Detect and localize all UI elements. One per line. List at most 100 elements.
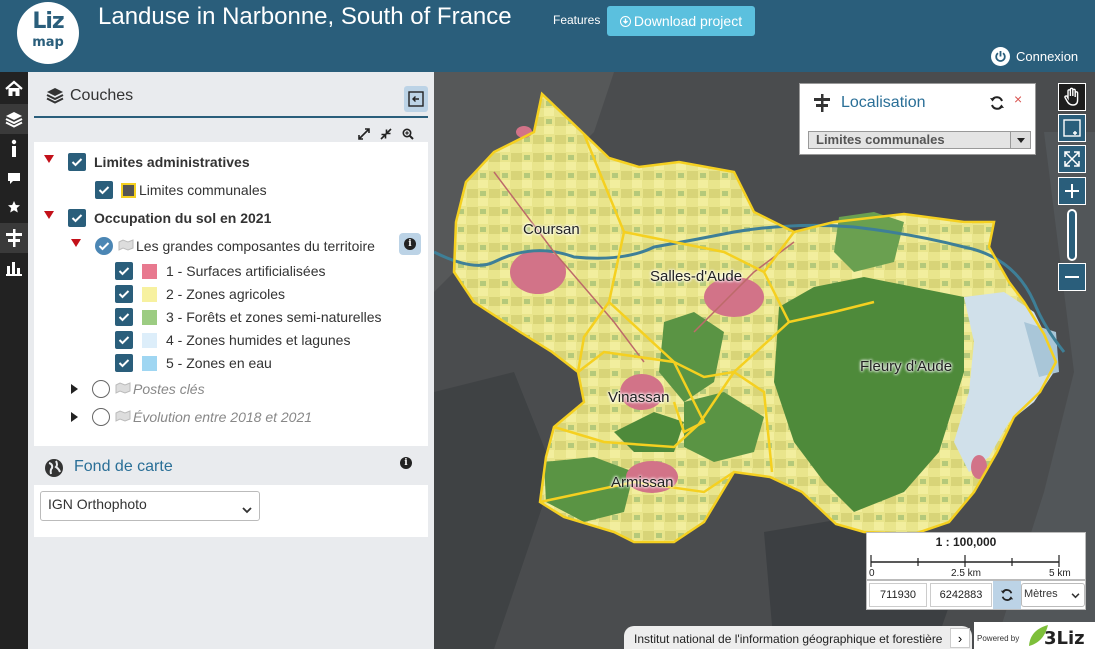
check-icon <box>98 242 110 251</box>
logo-text-top: Liz <box>32 9 64 34</box>
layer-label[interactable]: Postes clés <box>133 381 205 397</box>
refresh-icon <box>1000 589 1014 601</box>
town-label: Coursan <box>523 221 580 238</box>
layer-label[interactable]: Occupation du sol en 2021 <box>94 210 271 226</box>
zoom-in-button[interactable] <box>1058 177 1086 205</box>
legend-checkbox[interactable] <box>115 354 133 372</box>
coord-refresh-button[interactable] <box>993 581 1021 609</box>
zoom-box-icon <box>1063 119 1081 137</box>
localisation-select[interactable]: Limites communales <box>808 131 1031 149</box>
layer-label[interactable]: Les grandes composantes du territoire <box>136 238 375 254</box>
powered-by-brand: 3Liz <box>1044 628 1085 649</box>
units-value: Mètres <box>1024 588 1058 600</box>
legend-swatch <box>142 309 157 325</box>
expand-arrow-icon[interactable] <box>71 239 81 247</box>
legend-item: 4 - Zones humides et lagunes <box>115 331 350 349</box>
scale-tick-label: 5 km <box>1049 568 1071 579</box>
info-icon[interactable] <box>0 134 28 164</box>
zoom-out-button[interactable] <box>1058 263 1086 291</box>
legend-checkbox[interactable] <box>115 285 133 303</box>
zoom-extent-button[interactable] <box>1058 145 1086 173</box>
layer-radio[interactable] <box>92 408 110 426</box>
attribution-toggle-button[interactable]: › <box>950 628 970 648</box>
scale-line <box>870 555 1060 567</box>
lizmap-logo[interactable]: Liz map <box>17 2 79 64</box>
close-icon[interactable]: × <box>1014 91 1022 107</box>
map-layer-icon <box>118 238 134 254</box>
legend-swatch <box>142 355 157 371</box>
collapsed-arrow-icon[interactable] <box>71 412 78 422</box>
town-label: Armissan <box>611 474 674 491</box>
layer-checkbox[interactable] <box>68 209 86 227</box>
expand-arrow-icon[interactable] <box>44 211 54 219</box>
download-label: Download project <box>633 13 743 29</box>
basemap-selected-value: IGN Orthophoto <box>48 496 147 512</box>
map-layer-icon <box>115 381 131 397</box>
scale-bar: 1 : 100,000 0 2.5 km 5 km <box>866 532 1086 580</box>
star-icon[interactable] <box>0 192 28 222</box>
legend-label: 5 - Zones en eau <box>166 355 272 371</box>
legend-label: 2 - Zones agricoles <box>166 286 286 302</box>
legend-symbol <box>121 182 136 198</box>
town-label: Vinassan <box>608 389 670 406</box>
layer-label[interactable]: Limites communales <box>139 182 267 198</box>
comment-icon[interactable] <box>0 164 28 194</box>
localisation-selected-value: Limites communales <box>816 132 945 147</box>
check-icon <box>118 267 130 276</box>
scale-ratio: 1 : 100,000 <box>935 535 997 549</box>
expand-arrows-icon <box>1064 151 1080 167</box>
pan-hand-button[interactable] <box>1058 83 1086 111</box>
signpost-icon[interactable] <box>0 223 28 253</box>
legend-swatch <box>142 263 157 279</box>
coord-x: 711930 <box>869 583 927 607</box>
legend-swatch <box>142 286 157 302</box>
layers-icon[interactable] <box>0 104 28 134</box>
units-select[interactable]: Mètres <box>1021 583 1085 607</box>
dropdown-arrow-icon <box>1010 132 1030 148</box>
login-label: Connexion <box>1016 49 1079 64</box>
collapsed-arrow-icon[interactable] <box>71 384 78 394</box>
layer-checkbox[interactable] <box>95 237 113 255</box>
zoom-slider[interactable] <box>1067 209 1077 261</box>
check-icon <box>118 336 130 345</box>
layer-label[interactable]: Limites administratives <box>94 154 250 170</box>
layer-label[interactable]: Évolution entre 2018 et 2021 <box>133 409 312 425</box>
signpost-icon <box>813 93 831 118</box>
expand-arrow-icon[interactable] <box>44 155 54 163</box>
attribution: Institut national de l'information géogr… <box>624 626 972 649</box>
power-icon <box>991 47 1010 66</box>
home-icon[interactable] <box>0 74 28 104</box>
legend-item: 2 - Zones agricoles <box>115 285 285 303</box>
check-icon <box>118 290 130 299</box>
info-circle-icon: i <box>404 238 416 250</box>
hand-icon <box>1064 87 1079 106</box>
town-label: Fleury d'Aude <box>860 358 953 375</box>
legend-checkbox[interactable] <box>115 331 133 349</box>
legend-checkbox[interactable] <box>115 308 133 326</box>
basemap-title: Fond de carte <box>74 458 173 475</box>
attribution-text: Institut national de l'information géogr… <box>634 632 943 646</box>
layer-checkbox[interactable] <box>95 181 113 199</box>
minus-icon <box>1065 276 1079 278</box>
info-circle-icon[interactable]: i <box>400 457 412 469</box>
legend-label: 1 - Surfaces artificialisées <box>166 263 326 279</box>
login-link[interactable]: Connexion <box>991 47 1078 66</box>
layer-info-button[interactable]: i <box>399 233 421 255</box>
powered-by-logo[interactable]: Powered by 3Liz <box>974 622 1095 649</box>
zoom-box-button[interactable] <box>1058 114 1086 142</box>
download-icon <box>619 15 631 27</box>
check-icon <box>118 359 130 368</box>
coord-y: 6242883 <box>930 583 992 607</box>
legend-item: 1 - Surfaces artificialisées <box>115 262 326 280</box>
refresh-icon[interactable] <box>989 95 1005 116</box>
scale-tick-label: 0 <box>869 568 875 579</box>
basemap-select[interactable]: IGN Orthophoto <box>40 491 260 521</box>
layer-checkbox[interactable] <box>68 153 86 171</box>
legend-checkbox[interactable] <box>115 262 133 280</box>
chevron-down-icon <box>242 501 252 517</box>
layer-radio[interactable] <box>92 380 110 398</box>
layer-tree: Limites administratives Limites communal… <box>34 142 428 446</box>
chart-icon[interactable] <box>0 253 28 283</box>
download-project-button[interactable]: Download project <box>607 6 755 36</box>
collapse-panel-button[interactable] <box>404 86 428 112</box>
